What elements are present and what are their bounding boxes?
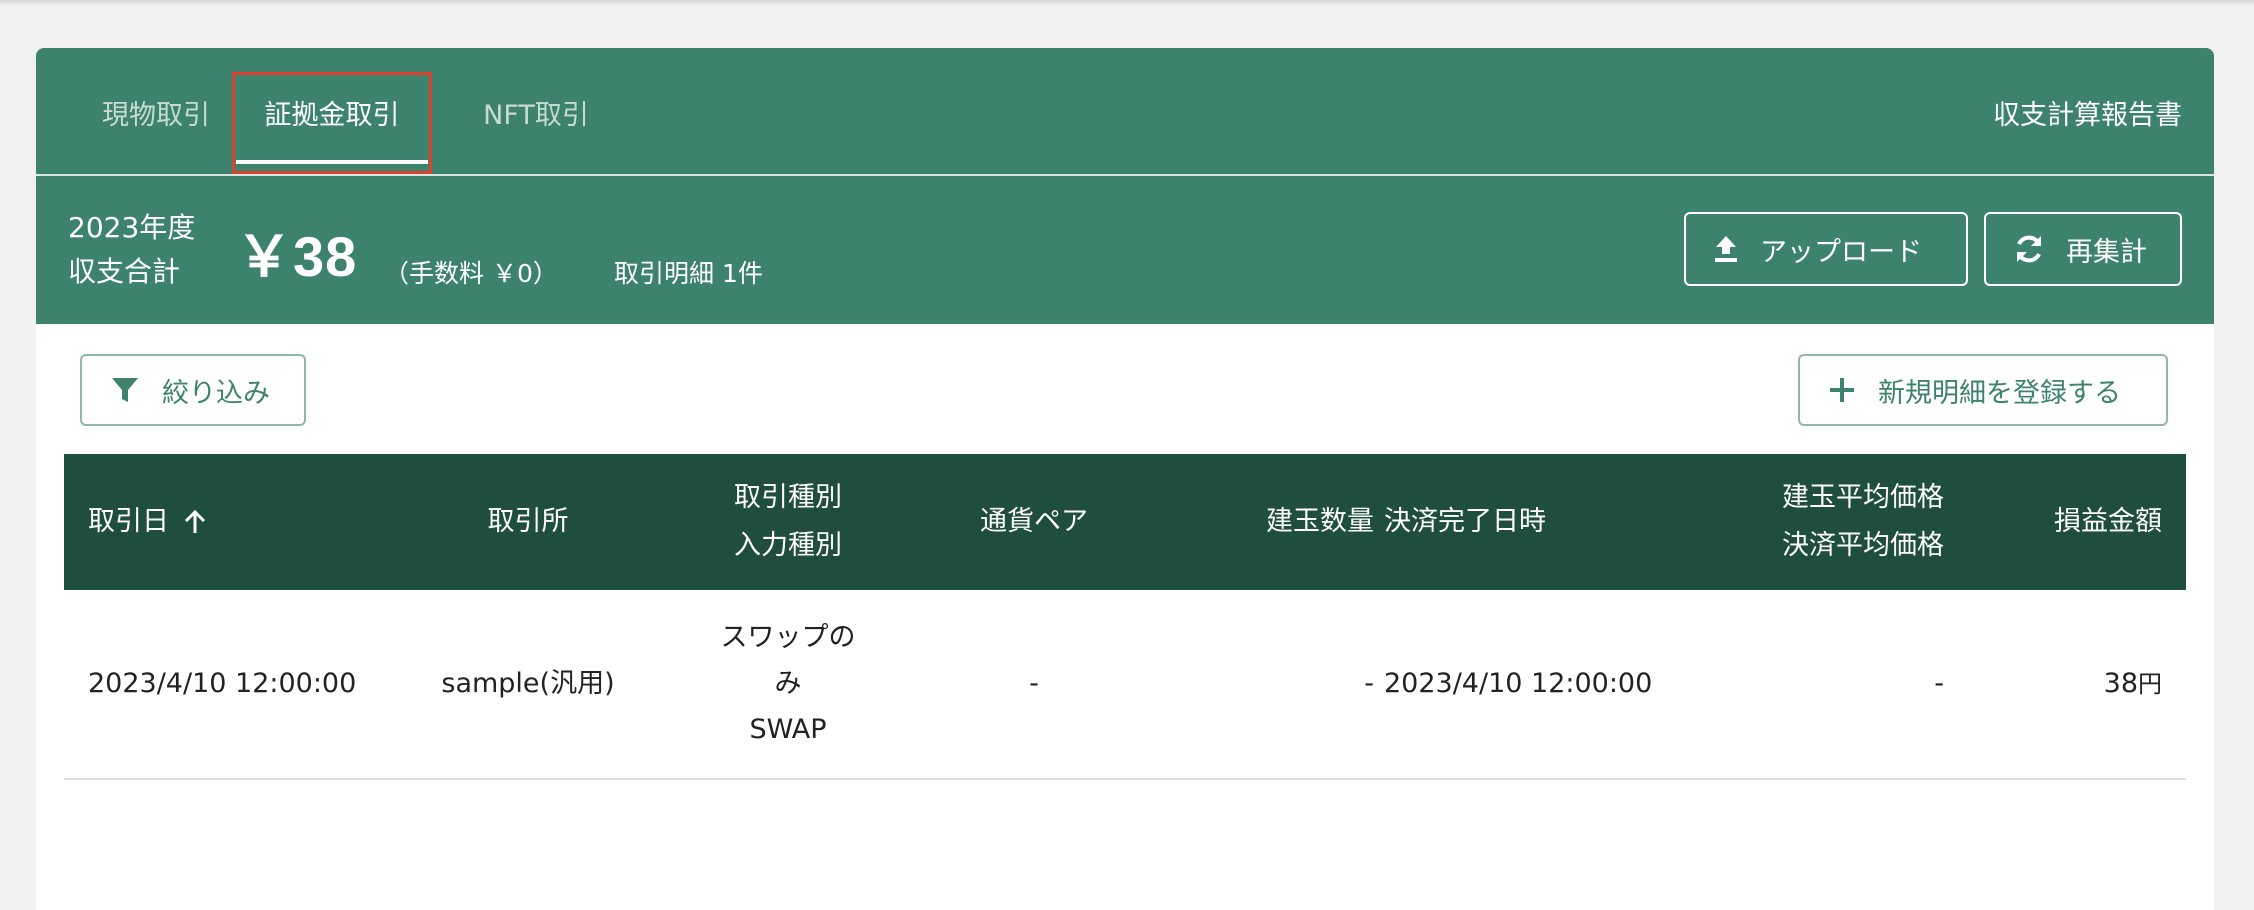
filter-icon: [112, 378, 138, 402]
cell-pnl-unit: 円: [2138, 670, 2162, 698]
tab-bar: 現物取引 証拠金取引 NFT取引 収支計算報告書: [36, 48, 2214, 176]
tab-spot-trading[interactable]: 現物取引: [86, 48, 226, 176]
recalculate-button[interactable]: 再集計: [1984, 212, 2182, 286]
col-avg-price: 建玉平均価格 決済平均価格: [1674, 454, 1944, 590]
upload-button[interactable]: アップロード: [1684, 212, 1968, 286]
col-position-qty-label: 建玉数量: [1266, 506, 1374, 537]
cell-exchange: sample(汎用): [441, 668, 615, 699]
filter-button-label: 絞り込み: [162, 377, 270, 409]
cell-currency-pair: -: [1029, 668, 1039, 699]
col-pnl-label: 損益金額: [2054, 506, 2162, 537]
plus-icon: [1830, 378, 1854, 402]
tab-nft-trading[interactable]: NFT取引: [460, 48, 612, 176]
col-currency-pair-label: 通貨ペア: [980, 506, 1088, 537]
cell-trade-type: スワップの み SWAP: [688, 590, 888, 778]
year-total-label: 2023年度 収支合計: [68, 206, 195, 294]
total-amount: ￥38: [236, 225, 358, 288]
table-header: 取引日 取引所 取引種別 入力種別 通貨ペア 建玉数量 決済完了日時 建玉平均価…: [64, 454, 2186, 590]
cell-position-qty: -: [1364, 668, 1374, 699]
cell-pnl-value: 38: [2103, 668, 2138, 699]
col-trade-type: 取引種別 入力種別: [688, 454, 888, 590]
transactions-table: 取引日 取引所 取引種別 入力種別 通貨ペア 建玉数量 決済完了日時 建玉平均価…: [64, 454, 2186, 780]
col-trade-type-label: 取引種別: [734, 482, 842, 513]
cell-input-type: SWAP: [749, 714, 827, 745]
add-new-entry-label: 新規明細を登録する: [1878, 377, 2121, 409]
transaction-count: 取引明細 1件: [614, 259, 763, 288]
refresh-icon: [2017, 235, 2041, 263]
sort-ascending-icon: [184, 509, 206, 533]
fee-amount: （手数料 ￥0）: [384, 259, 558, 288]
col-settled-at: 決済完了日時: [1384, 454, 1684, 590]
col-trade-date-label: 取引日: [88, 506, 169, 537]
upload-button-label: アップロード: [1760, 236, 1922, 268]
col-settlement-avg-price-label: 決済平均価格: [1782, 530, 1944, 561]
col-position-qty: 建玉数量: [1134, 454, 1374, 590]
table-row[interactable]: 2023/4/10 12:00:00 sample(汎用) スワップの み SW…: [64, 590, 2186, 780]
col-currency-pair: 通貨ペア: [934, 454, 1134, 590]
add-new-entry-button[interactable]: 新規明細を登録する: [1798, 354, 2168, 426]
cell-trade-date: 2023/4/10 12:00:00: [88, 668, 357, 699]
recalculate-button-label: 再集計: [2066, 236, 2147, 268]
col-trade-date[interactable]: 取引日: [88, 454, 348, 590]
top-shadow: [0, 0, 2254, 6]
col-settled-at-label: 決済完了日時: [1384, 506, 1546, 537]
cell-pnl: 38円: [1944, 590, 2162, 778]
col-position-avg-price-label: 建玉平均価格: [1782, 482, 1944, 513]
total-label: 収支合計: [68, 255, 181, 288]
col-input-type-label: 入力種別: [734, 530, 842, 561]
upload-icon: [1715, 236, 1737, 262]
filter-button[interactable]: 絞り込み: [80, 354, 306, 426]
active-tab-highlight-box: [232, 72, 432, 174]
cell-avg-price: -: [1934, 668, 1944, 699]
main-card: 現物取引 証拠金取引 NFT取引 収支計算報告書 2023年度 収支合計 ￥38…: [36, 48, 2214, 910]
cell-trade-type-line2: み: [774, 668, 802, 699]
col-pnl: 損益金額: [1944, 454, 2162, 590]
cell-settled-at: 2023/4/10 12:00:00: [1384, 668, 1653, 699]
cell-trade-type-line1: スワップの: [720, 622, 856, 653]
col-exchange: 取引所: [428, 454, 628, 590]
income-report-link[interactable]: 収支計算報告書: [1993, 48, 2182, 176]
fiscal-year: 2023年度: [68, 211, 196, 244]
col-exchange-label: 取引所: [487, 506, 569, 537]
summary-bar: 2023年度 収支合計 ￥38 （手数料 ￥0） 取引明細 1件 アップロード …: [36, 176, 2214, 324]
